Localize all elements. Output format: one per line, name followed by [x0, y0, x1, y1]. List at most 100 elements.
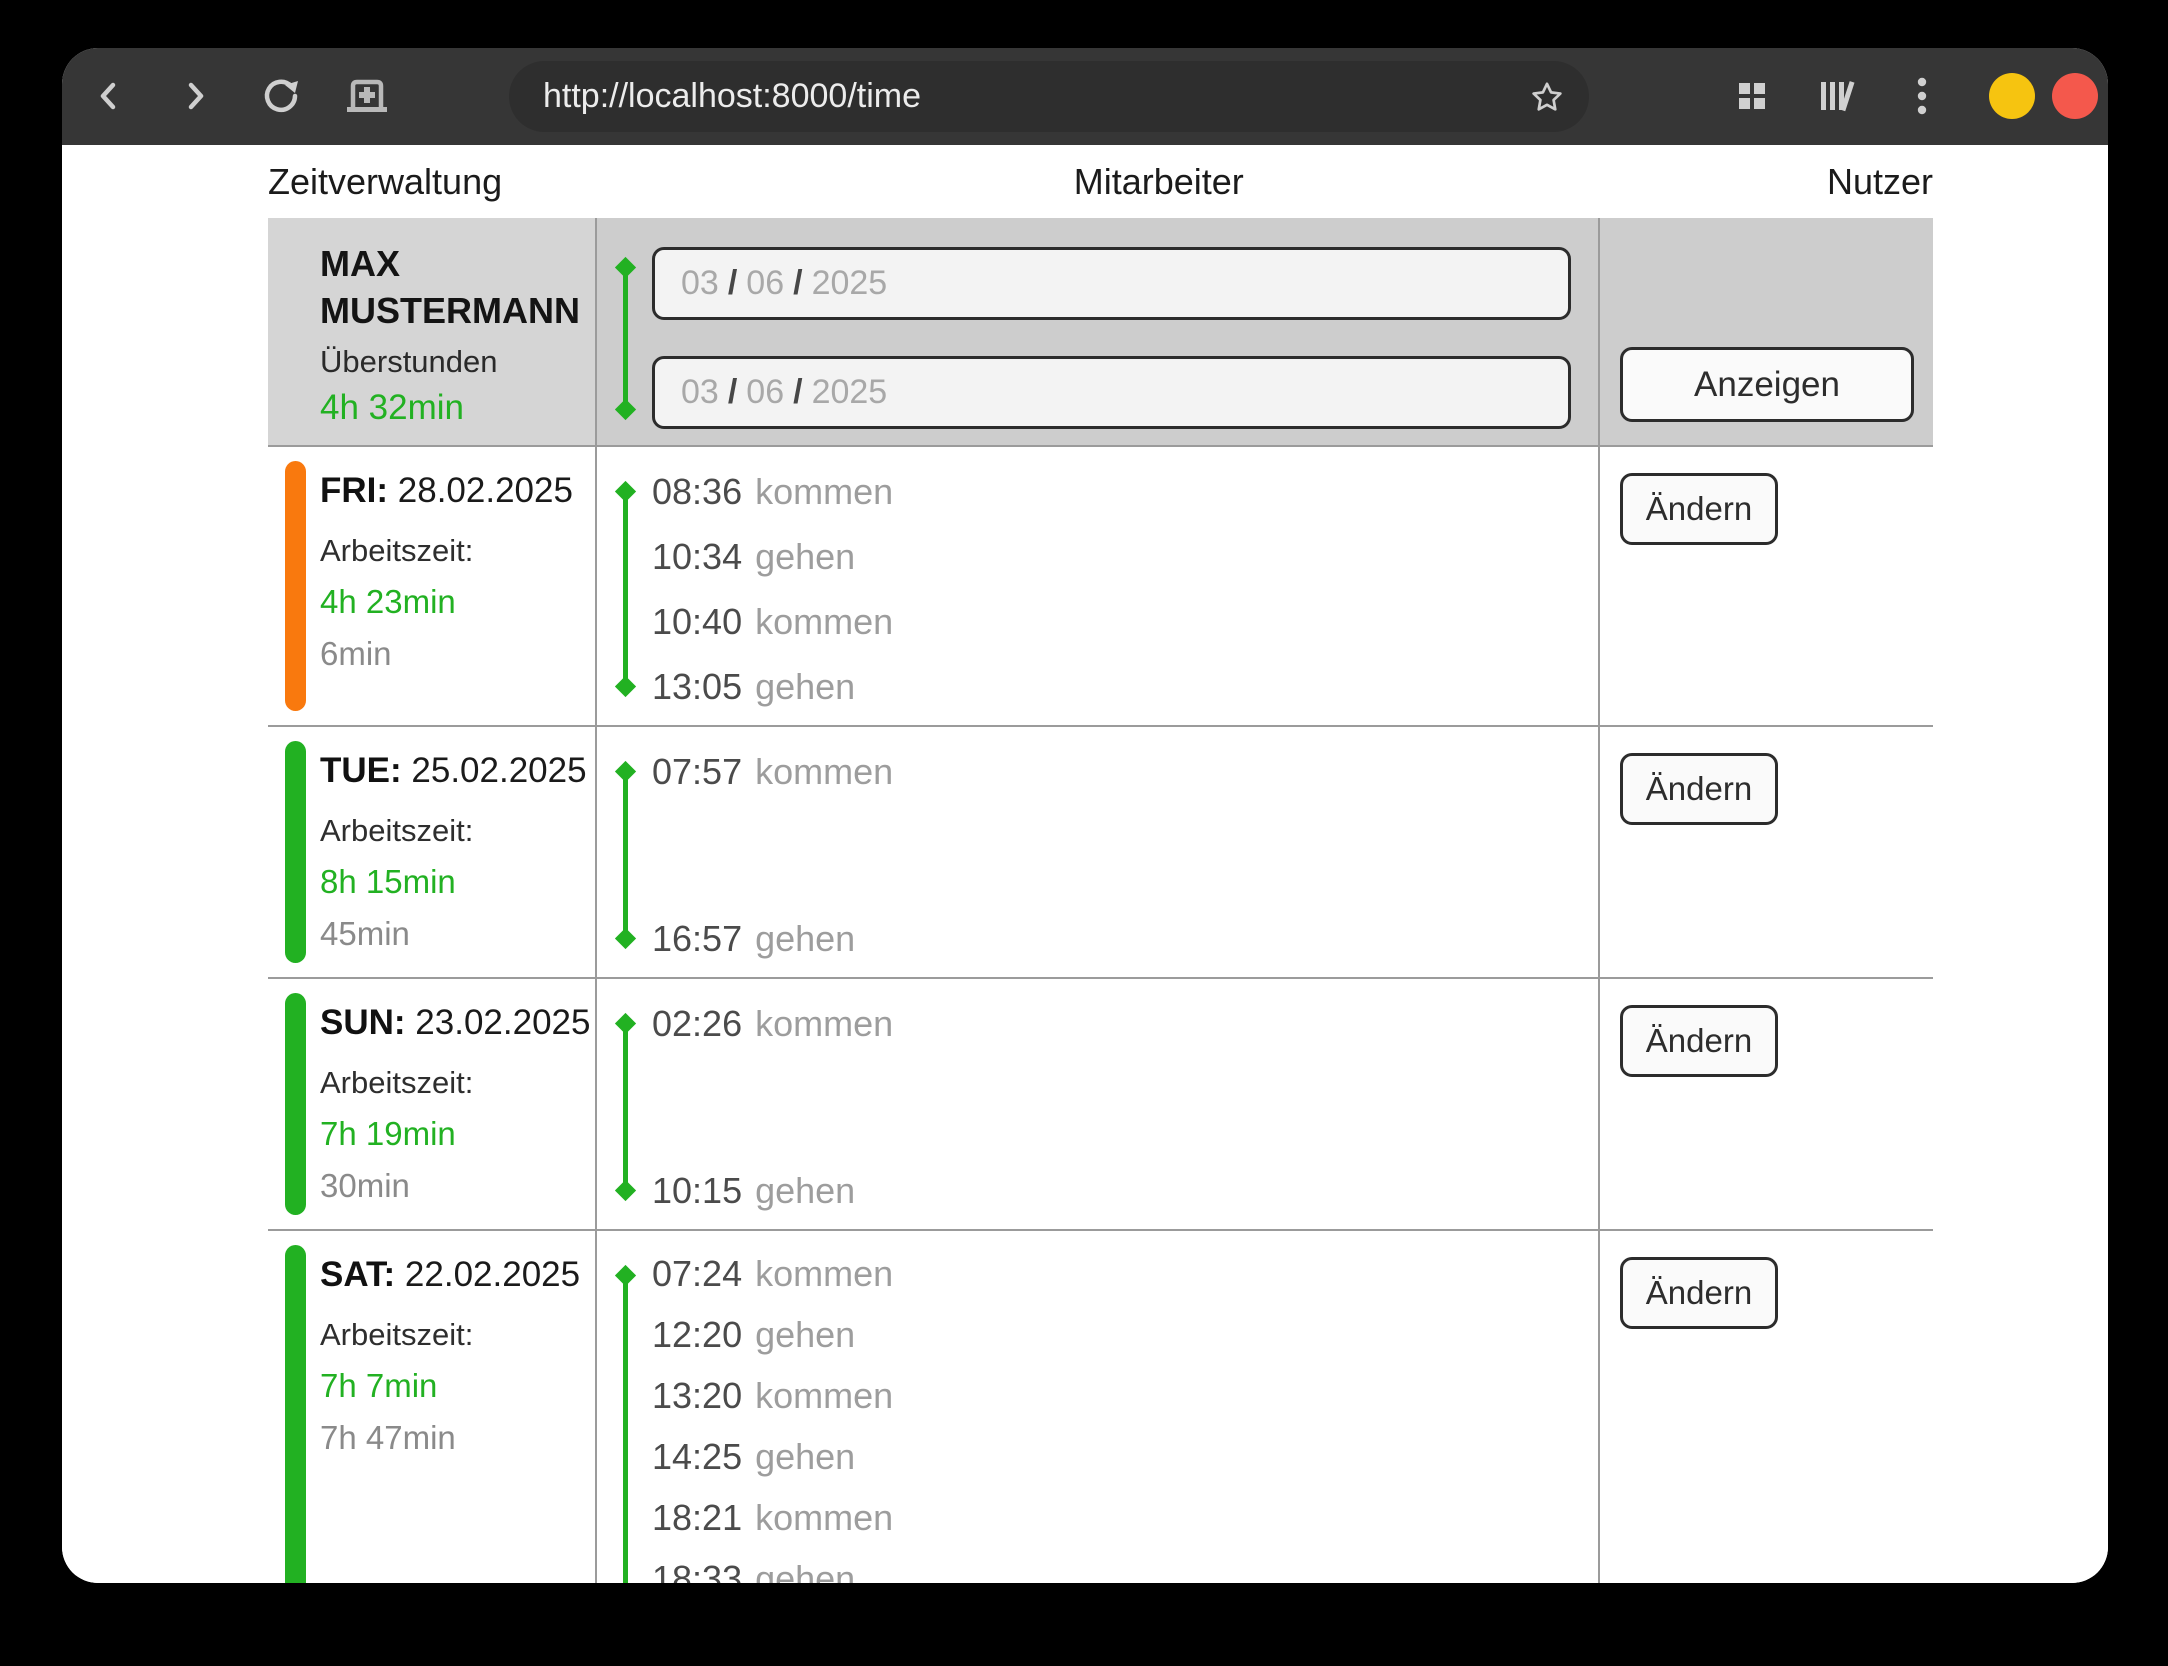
day-name: SUN: — [320, 1003, 406, 1042]
timeline-arrow — [623, 1275, 628, 1583]
browser-toolbar: http://localhost:8000/time — [62, 48, 2108, 145]
time-entry: 07:24 kommen — [652, 1243, 1598, 1304]
url-text[interactable]: http://localhost:8000/time — [543, 77, 1529, 116]
nav-nutzer[interactable]: Nutzer — [1827, 161, 1933, 203]
entry-time: 14:25 — [652, 1436, 742, 1478]
forward-icon[interactable] — [177, 78, 213, 114]
time-app-page: Zeitverwaltung Mitarbeiter Nutzer MAX MU… — [62, 145, 2108, 1583]
date-to-year: 2025 — [812, 373, 888, 412]
anzeigen-button[interactable]: Anzeigen — [1620, 347, 1914, 422]
worktime-label: Arbeitszeit: — [320, 533, 595, 569]
time-entry: 02:26 kommen — [652, 991, 1598, 1056]
back-icon[interactable] — [91, 78, 127, 114]
entry-time: 08:36 — [652, 471, 742, 513]
timeline-arrow — [623, 491, 628, 687]
employee-summary-cell: MAX MUSTERMANN Überstunden 4h 32min — [268, 218, 595, 445]
nav-zeitverwaltung[interactable]: Zeitverwaltung — [268, 161, 502, 203]
entry-type: kommen — [755, 751, 893, 793]
show-cell: Anzeigen — [1598, 218, 1933, 445]
time-entry: 07:57kommen — [652, 739, 1598, 804]
pause-value: 45min — [320, 915, 595, 953]
date-separator: / — [728, 373, 737, 412]
reload-icon[interactable] — [260, 75, 302, 117]
minimize-button[interactable] — [1989, 73, 2035, 119]
aendern-button[interactable]: Ändern — [1620, 753, 1778, 825]
date-range-cell: 03/06/2025 03/06/2025 — [595, 218, 1598, 445]
day-summary-cell: SUN: 23.02.2025 Arbeitszeit: 7h 19min 30… — [268, 979, 595, 1229]
library-icon[interactable] — [1817, 78, 1857, 114]
entry-type: gehen — [755, 666, 855, 708]
day-title: SUN: 23.02.2025 — [320, 1003, 595, 1043]
date-to-day: 03 — [681, 373, 719, 412]
day-row: SUN: 23.02.2025 Arbeitszeit: 7h 19min 30… — [268, 977, 1933, 1229]
nav-mitarbeiter[interactable]: Mitarbeiter — [1074, 161, 1244, 203]
time-entries-cell: 08:36kommen 10:34gehen 10:40kommen 13:05… — [595, 447, 1598, 725]
entry-type: gehen — [755, 918, 855, 960]
entry-list: 07:24 kommen 12:20 gehen 13:20kommen 14:25… — [597, 1231, 1598, 1583]
time-entry: 14:25gehen — [652, 1426, 1598, 1487]
entry-type: kommen — [755, 471, 893, 513]
entry-type: gehen — [755, 1558, 855, 1584]
date-from-month: 06 — [746, 264, 784, 303]
day-title: TUE: 25.02.2025 — [320, 751, 595, 791]
time-entries-cell: 02:26kommen 10:15gehen — [595, 979, 1598, 1229]
url-bar[interactable]: http://localhost:8000/time — [509, 61, 1589, 132]
app-nav: Zeitverwaltung Mitarbeiter Nutzer — [268, 145, 1933, 218]
tab-overview-icon[interactable] — [1735, 79, 1769, 113]
day-summary-cell: SAT: 22.02.2025 Arbeitszeit: 7h 7min 7h … — [268, 1231, 595, 1583]
day-name: TUE: — [320, 751, 402, 790]
day-summary-cell: FRI: 28.02.2025 Arbeitszeit: 4h 23min 6m… — [268, 447, 595, 725]
entry-time: 12:20 — [652, 1314, 742, 1356]
bookmark-star-icon[interactable] — [1529, 79, 1565, 115]
time-table: MAX MUSTERMANN Überstunden 4h 32min 03/0… — [268, 218, 1933, 1583]
employee-name: MAX MUSTERMANN — [320, 240, 600, 334]
date-to-input[interactable]: 03/06/2025 — [652, 356, 1571, 429]
summary-header-row: MAX MUSTERMANN Überstunden 4h 32min 03/0… — [268, 218, 1933, 445]
date-separator: / — [793, 264, 802, 303]
close-button[interactable] — [2052, 73, 2098, 119]
entry-time: 18:33 — [652, 1558, 742, 1584]
day-status-bar — [285, 461, 306, 711]
worktime-label: Arbeitszeit: — [320, 813, 595, 849]
entry-type: gehen — [755, 1170, 855, 1212]
day-name: FRI: — [320, 471, 388, 510]
entry-time: 10:40 — [652, 601, 742, 643]
overtime-label: Überstunden — [320, 344, 595, 380]
aendern-button[interactable]: Ändern — [1620, 473, 1778, 545]
entry-list: 07:57kommen 16:57gehen — [597, 727, 1598, 977]
time-entries-cell: 07:24 kommen 12:20 gehen 13:20kommen 14:25… — [595, 1231, 1598, 1583]
entry-time: 02:26 — [652, 1003, 742, 1045]
time-entry: 08:36 kommen — [652, 459, 1598, 524]
day-rows: FRI: 28.02.2025 Arbeitszeit: 4h 23min 6m… — [268, 445, 1933, 1583]
day-date: 22.02.2025 — [405, 1255, 580, 1294]
worktime-label: Arbeitszeit: — [320, 1065, 595, 1101]
aendern-button[interactable]: Ändern — [1620, 1005, 1778, 1077]
timeline-arrow — [623, 771, 628, 939]
entry-type: kommen — [755, 1253, 893, 1295]
date-to-month: 06 — [746, 373, 784, 412]
worktime-label: Arbeitszeit: — [320, 1317, 595, 1353]
timeline-arrow — [623, 1023, 628, 1191]
aendern-button[interactable]: Ändern — [1620, 1257, 1778, 1329]
time-entry: 18:21kommen — [652, 1487, 1598, 1548]
time-entries-cell: 07:57kommen 16:57gehen — [595, 727, 1598, 977]
day-date: 25.02.2025 — [411, 751, 586, 790]
day-name: SAT: — [320, 1255, 395, 1294]
date-from-input[interactable]: 03/06/2025 — [652, 247, 1571, 320]
entry-type: kommen — [755, 1497, 893, 1539]
entry-type: kommen — [755, 1375, 893, 1417]
action-cell: Ändern — [1598, 727, 1933, 977]
day-summary-cell: TUE: 25.02.2025 Arbeitszeit: 8h 15min 45… — [268, 727, 595, 977]
entry-type: kommen — [755, 1003, 893, 1045]
time-entry: 13:20kommen — [652, 1365, 1598, 1426]
time-entry: 13:05gehen — [652, 654, 1598, 719]
pause-value: 30min — [320, 1167, 595, 1205]
date-separator: / — [793, 373, 802, 412]
overtime-value: 4h 32min — [320, 388, 595, 428]
new-tab-icon[interactable] — [345, 76, 389, 116]
entry-time: 07:24 — [652, 1253, 742, 1295]
menu-kebab-icon[interactable] — [1916, 76, 1928, 116]
entry-type: gehen — [755, 1314, 855, 1356]
day-title: FRI: 28.02.2025 — [320, 471, 595, 511]
time-entry: 16:57gehen — [652, 906, 1598, 971]
